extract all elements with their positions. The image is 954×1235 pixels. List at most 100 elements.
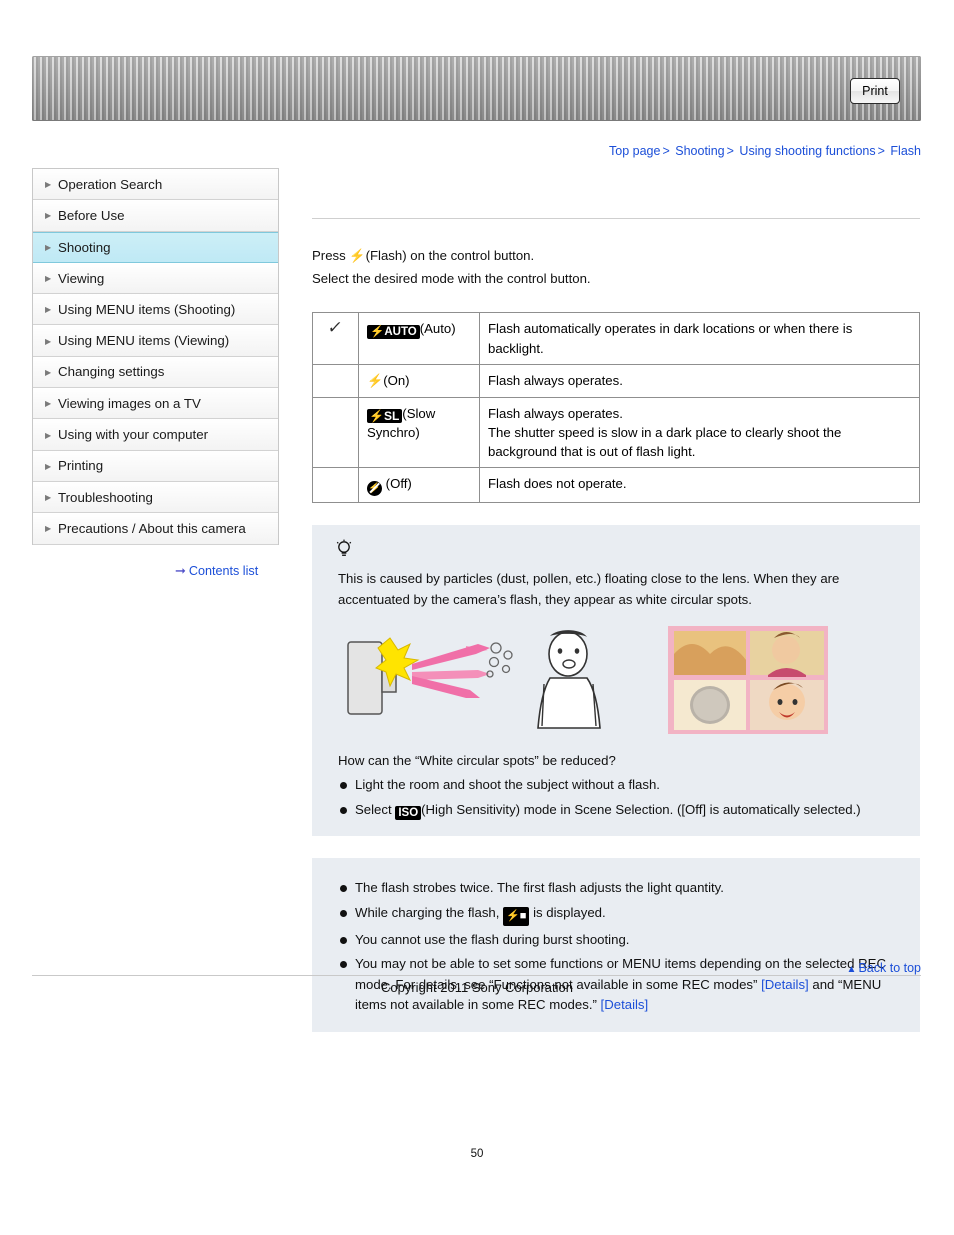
content-top-rule — [312, 218, 920, 219]
page-number: 50 — [470, 1148, 484, 1160]
chevron-right-icon: ▶ — [45, 243, 52, 253]
banner-gradient — [32, 56, 921, 121]
sidebar-item-changing-settings[interactable]: ▶ Changing settings — [33, 356, 278, 389]
chevron-right-icon: ▶ — [45, 305, 52, 315]
flash-on-icon: ⚡ — [367, 372, 384, 388]
contents-list-label: Contents list — [188, 564, 259, 578]
sidebar-item-label: Printing — [58, 458, 104, 474]
sidebar-item-label: Changing settings — [58, 364, 165, 380]
sidebar-item-label: Using MENU items (Viewing) — [58, 333, 230, 349]
flash-auto-icon: ⚡AUTO — [367, 325, 420, 340]
intro-line-1: Press ⚡(Flash) on the control button. — [312, 248, 535, 263]
table-row: ⚡SL (Slow Synchro) Flash always operates.… — [312, 396, 920, 468]
intro-line-2: Select the desired mode with the control… — [312, 270, 591, 286]
mode-cell: ⚡ (Off) — [358, 466, 480, 503]
sidebar-item-viewing-images-on-a-tv[interactable]: ▶ Viewing images on a TV — [33, 388, 278, 420]
mode-label: (On) — [383, 372, 410, 388]
breadcrumb-separator: > — [726, 144, 734, 158]
sidebar-item-shooting[interactable]: ▶ Shooting — [33, 231, 278, 263]
breadcrumb-item-using-shooting-functions[interactable]: Using shooting functions — [739, 144, 875, 158]
tip-bullet-list: Light the room and shoot the subject wit… — [338, 775, 894, 820]
chevron-right-icon: ▶ — [45, 430, 52, 440]
sidebar-item-operation-search[interactable]: ▶ Operation Search — [33, 169, 278, 201]
sidebar-item-using-menu-items-shooting[interactable]: ▶ Using MENU items (Shooting) — [33, 294, 278, 326]
sidebar-item-label: Viewing images on a TV — [58, 395, 201, 411]
chevron-right-icon: ▶ — [45, 274, 52, 284]
lightbulb-icon — [336, 539, 894, 562]
chevron-right-icon: ▶ — [45, 367, 52, 377]
mode-cell: ⚡(On) — [358, 363, 480, 398]
sidebar-item-using-menu-items-viewing[interactable]: ▶ Using MENU items (Viewing) — [33, 325, 278, 357]
tip-question: How can the “White circular spots” be re… — [338, 753, 616, 769]
list-item: Select ISO (High Sensitivity) mode in Sce… — [338, 800, 894, 820]
selected-check-cell: ✓ — [312, 312, 359, 365]
mode-label: (Auto) — [419, 321, 456, 337]
sidebar-item-before-use[interactable]: ▶ Before Use — [33, 200, 278, 232]
mode-label: (Off) — [385, 475, 412, 491]
tip-panel: This is caused by particles (dust, polle… — [312, 524, 920, 837]
copyright-text: Copyright 2011 Sony Corporation — [381, 980, 573, 995]
back-to-top-link[interactable]: ▲ Back to top — [847, 961, 921, 975]
chevron-right-icon: ▶ — [45, 336, 52, 346]
sidebar-item-label: Viewing — [58, 270, 105, 286]
check-icon: ✓ — [326, 318, 345, 338]
chevron-right-icon: ▶ — [45, 399, 52, 409]
sidebar-item-viewing[interactable]: ▶ Viewing — [33, 262, 278, 295]
sidebar: ▶ Operation Search ▶ Before Use ▶ Shooti… — [32, 168, 279, 545]
triangle-up-icon: ▲ — [846, 964, 857, 975]
flash-slow-synchro-icon: ⚡SL — [367, 408, 403, 424]
breadcrumb-separator: > — [662, 144, 670, 158]
mode-description: Flash automatically operates in dark loc… — [479, 312, 920, 365]
sidebar-item-troubleshooting[interactable]: ▶ Troubleshooting — [33, 481, 278, 514]
sidebar-item-using-with-your-computer[interactable]: ▶ Using with your computer — [33, 419, 278, 451]
table-row: ⚡(On) Flash always operates. — [312, 363, 920, 398]
breadcrumb-separator: > — [877, 144, 885, 158]
list-item: The flash strobes twice. The first flash… — [338, 878, 894, 898]
list-item: Light the room and shoot the subject wit… — [338, 775, 894, 795]
lightbulb-svg — [336, 539, 352, 556]
sidebar-item-label: Precautions / About this camera — [58, 520, 246, 536]
sidebar-item-label: Shooting — [58, 239, 111, 255]
mode-cell: ⚡SL (Slow Synchro) — [358, 396, 480, 468]
sidebar-item-printing[interactable]: ▶ Printing — [33, 450, 278, 482]
table-row: ⚡ (Off) Flash does not operate. — [312, 466, 920, 503]
high-sensitivity-iso-icon: ISO — [395, 805, 422, 820]
chevron-right-icon: ▶ — [45, 211, 52, 221]
mode-description: Flash always operates. — [479, 363, 920, 398]
selected-check-cell — [312, 396, 359, 468]
sidebar-item-precautions-about-this-camera[interactable]: ▶ Precautions / About this camera — [33, 513, 278, 545]
selected-check-cell — [312, 466, 359, 503]
breadcrumb-item-flash[interactable]: Flash — [890, 144, 921, 158]
intro-text: Press ⚡(Flash) on the control button. Se… — [312, 245, 922, 290]
flash-charging-icon: ⚡■ — [503, 906, 530, 926]
flash-off-icon: ⚡ — [367, 480, 382, 496]
details-link-2[interactable]: [Details] — [601, 997, 649, 1012]
back-to-top-label: Back to top — [858, 961, 921, 975]
list-item: While charging the flash, ⚡■ is displaye… — [338, 903, 894, 926]
mode-description: Flash always operates. The shutter speed… — [479, 396, 920, 468]
chevron-right-icon: ▶ — [45, 461, 52, 471]
arrow-right-icon: ➞ — [175, 563, 186, 578]
sidebar-item-label: Before Use — [58, 207, 125, 223]
mode-description: Flash does not operate. — [479, 466, 920, 503]
chevron-right-icon: ▶ — [45, 493, 52, 503]
sidebar-item-label: Operation Search — [58, 176, 163, 192]
list-item: You cannot use the flash during burst sh… — [338, 930, 894, 950]
footer-rule — [32, 975, 921, 976]
illustration-svg — [347, 626, 828, 735]
chevron-right-icon: ▶ — [45, 524, 52, 534]
main-content: Press ⚡(Flash) on the control button. Se… — [312, 168, 922, 1032]
breadcrumb-item-top-page[interactable]: Top page — [609, 144, 660, 158]
top-banner: Print — [32, 56, 921, 121]
sidebar-item-label: Using with your computer — [58, 427, 209, 443]
table-row: ✓ ⚡AUTO (Auto) Flash automatically operat… — [312, 312, 920, 365]
chevron-right-icon: ▶ — [45, 180, 52, 190]
flash-bolt-icon: ⚡ — [349, 248, 366, 263]
mode-cell: ⚡AUTO (Auto) — [358, 312, 480, 365]
breadcrumb-item-shooting[interactable]: Shooting — [675, 144, 724, 158]
print-button[interactable]: Print — [850, 78, 900, 104]
white-circular-spots-illustration — [338, 624, 894, 742]
breadcrumb: Top page > Shooting > Using shooting funct… — [609, 144, 921, 158]
flash-mode-table: ✓ ⚡AUTO (Auto) Flash automatically operat… — [312, 312, 920, 503]
contents-list-link[interactable]: ➞ Contents list — [175, 563, 258, 579]
